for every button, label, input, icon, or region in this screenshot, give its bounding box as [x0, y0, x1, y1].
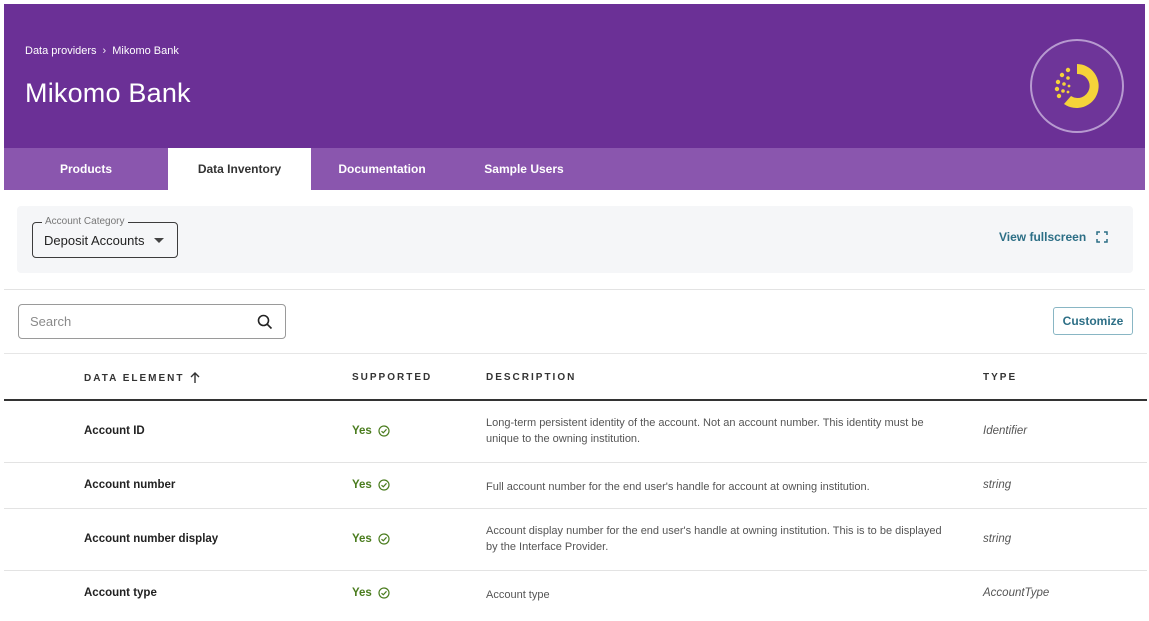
caret-down-icon	[154, 238, 164, 243]
check-circle-icon	[378, 587, 390, 599]
tab-data-inventory[interactable]: Data Inventory	[168, 148, 311, 190]
bank-logo	[1030, 39, 1124, 133]
chevron-right-icon: ›	[102, 45, 107, 57]
data-element-name: Account type	[84, 587, 157, 599]
data-element-name: Account number display	[84, 533, 219, 545]
data-element-description: Full account number for the end user's h…	[486, 481, 870, 493]
tab-bar: Products Data Inventory Documentation Sa…	[4, 148, 1145, 190]
sort-ascending-icon	[190, 372, 200, 383]
search-box	[18, 304, 286, 339]
supported-value: Yes	[352, 587, 372, 599]
supported-value: Yes	[352, 479, 372, 491]
table-row[interactable]: Account number display Yes Account displ…	[4, 509, 1147, 571]
sunburst-logo-icon	[1054, 64, 1099, 108]
breadcrumb-data-providers[interactable]: Data providers	[25, 45, 97, 57]
customize-button[interactable]: Customize	[1053, 307, 1133, 335]
data-element-type: string	[983, 533, 1012, 545]
data-element-description: Account type	[486, 589, 550, 601]
search-icon[interactable]	[257, 314, 273, 330]
table-row[interactable]: Account type Yes Account type AccountTyp…	[4, 571, 1147, 617]
check-circle-icon	[378, 479, 390, 491]
breadcrumb-mikomo-bank[interactable]: Mikomo Bank	[112, 45, 179, 57]
tab-sample-users[interactable]: Sample Users	[453, 148, 595, 190]
column-header-label: DATA ELEMENT	[84, 372, 185, 384]
supported-cell: Yes	[352, 479, 390, 491]
account-category-select[interactable]: Account Category Deposit Accounts	[32, 216, 178, 258]
data-element-type: string	[983, 479, 1012, 491]
section-divider	[4, 289, 1145, 290]
check-circle-icon	[378, 425, 390, 437]
column-header-data-element[interactable]: DATA ELEMENT	[84, 372, 200, 384]
search-input[interactable]	[19, 305, 239, 337]
data-inventory-table: DATA ELEMENT SUPPORTED DESCRIPTION TYPE …	[4, 353, 1147, 617]
table-header: DATA ELEMENT SUPPORTED DESCRIPTION TYPE	[4, 353, 1147, 401]
data-element-type: Identifier	[983, 425, 1028, 437]
supported-value: Yes	[352, 425, 372, 437]
fullscreen-icon	[1096, 231, 1108, 243]
check-circle-icon	[378, 533, 390, 545]
data-element-type: AccountType	[983, 587, 1050, 599]
view-fullscreen-button[interactable]: View fullscreen	[999, 230, 1108, 244]
filter-panel: Account Category Deposit Accounts View f…	[17, 206, 1133, 273]
account-category-label: Account Category	[42, 216, 128, 227]
data-element-description: Long-term persistent identity of the acc…	[486, 417, 924, 445]
table-row[interactable]: Account number Yes Full account number f…	[4, 463, 1147, 509]
breadcrumb: Data providers › Mikomo Bank	[25, 45, 179, 57]
column-header-supported[interactable]: SUPPORTED	[352, 372, 432, 383]
page-title: Mikomo Bank	[25, 78, 191, 108]
supported-cell: Yes	[352, 587, 390, 599]
supported-cell: Yes	[352, 425, 390, 437]
supported-cell: Yes	[352, 533, 390, 545]
page-header: Data providers › Mikomo Bank Mikomo Bank	[4, 4, 1145, 148]
data-element-description: Account display number for the end user'…	[486, 525, 942, 553]
supported-value: Yes	[352, 533, 372, 545]
view-fullscreen-label: View fullscreen	[999, 230, 1087, 244]
tab-products[interactable]: Products	[4, 148, 168, 190]
column-header-type[interactable]: TYPE	[983, 372, 1017, 383]
data-element-name: Account number	[84, 479, 176, 491]
account-category-value: Deposit Accounts	[44, 233, 145, 248]
table-row[interactable]: Account ID Yes Long-term persistent iden…	[4, 401, 1147, 463]
column-header-description[interactable]: DESCRIPTION	[486, 372, 576, 383]
tab-documentation[interactable]: Documentation	[311, 148, 453, 190]
data-element-name: Account ID	[84, 425, 145, 437]
